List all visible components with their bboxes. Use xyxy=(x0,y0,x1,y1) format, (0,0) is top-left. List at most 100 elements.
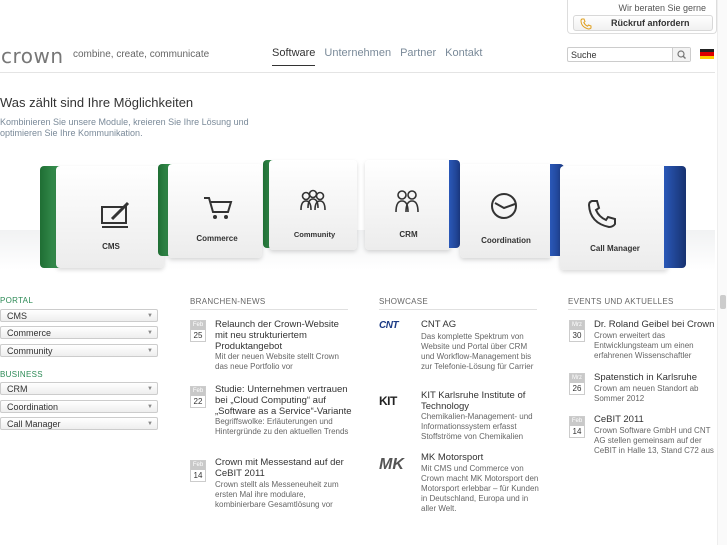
news-date-badge: Feb 25 xyxy=(190,320,206,342)
nav-software[interactable]: Software xyxy=(272,47,316,66)
business-call-manager-dropdown[interactable]: Call Manager ▼ xyxy=(0,417,158,430)
news-text: Mit der neuen Website stellt Crown das n… xyxy=(215,352,339,371)
dropdown-label: Call Manager xyxy=(7,419,61,429)
dropdown-label: Community xyxy=(7,346,53,356)
chevron-down-icon: ▼ xyxy=(147,313,153,319)
showcase-headline-link[interactable]: KIT Karlsruhe Institute of Technology xyxy=(421,390,539,412)
callback-note: Wir beraten Sie gerne xyxy=(618,3,706,13)
chevron-down-icon: ▼ xyxy=(147,348,153,354)
shopping-cart-icon xyxy=(204,197,233,219)
date-month: Mrz xyxy=(570,321,584,330)
news-date-badge: Feb 22 xyxy=(190,386,206,408)
showcase-headline-link[interactable]: MK Motorsport xyxy=(421,452,539,463)
request-callback-label: Rückruf anfordern xyxy=(611,18,690,28)
crown-logo[interactable]: crown xyxy=(1,44,64,68)
portal-cms-dropdown[interactable]: CMS ▼ xyxy=(0,309,158,322)
business-crm-dropdown[interactable]: CRM ▼ xyxy=(0,382,158,395)
dropdown-label: Coordination xyxy=(7,402,59,412)
showcase-divider xyxy=(379,309,537,310)
callback-box: Wir beraten Sie gerne Rückruf anfordern xyxy=(567,0,717,34)
search-icon xyxy=(677,50,686,59)
date-month: Mrz xyxy=(570,374,584,383)
event-date-badge: Mrz 30 xyxy=(569,320,585,342)
cnt-logo[interactable]: CNT xyxy=(379,320,399,331)
event-text: Crown am neuen Standort ab Sommer 2012 xyxy=(594,384,699,403)
page-scrollbar[interactable] xyxy=(717,0,727,545)
tagline: combine, create, communicate xyxy=(73,49,210,60)
hero-title: Was zählt sind Ihre Möglichkeiten xyxy=(0,95,194,110)
module-cube-cms[interactable]: CMS xyxy=(40,160,166,272)
date-day: 14 xyxy=(193,471,203,480)
nav-partner[interactable]: Partner xyxy=(400,47,436,66)
nav-kontakt[interactable]: Kontakt xyxy=(445,47,482,66)
request-callback-button[interactable]: Rückruf anfordern xyxy=(573,15,713,31)
chevron-down-icon: ▼ xyxy=(147,404,153,410)
module-label-commerce: Commerce xyxy=(196,234,238,243)
chevron-down-icon: ▼ xyxy=(147,421,153,427)
dropdown-label: CMS xyxy=(7,311,27,321)
nav-unternehmen[interactable]: Unternehmen xyxy=(324,47,391,66)
phone-icon xyxy=(580,17,592,35)
module-cube-call-manager[interactable]: Call Manager xyxy=(560,160,690,272)
event-text: Crown Software GmbH und CNT AG stellen g… xyxy=(594,426,714,455)
business-coordination-dropdown[interactable]: Coordination ▼ xyxy=(0,400,158,413)
module-label-call-manager: Call Manager xyxy=(590,244,640,253)
news-text: Begriffswolke: Erläuterungen und Hinterg… xyxy=(215,417,349,436)
news-date-badge: Feb 14 xyxy=(190,460,206,482)
date-month: Feb xyxy=(191,461,205,470)
date-day: 26 xyxy=(572,384,582,393)
community-people-icon xyxy=(300,189,326,211)
event-date-badge: Feb 14 xyxy=(569,416,585,438)
cms-edit-icon xyxy=(101,201,130,228)
module-label-community: Community xyxy=(293,230,336,239)
dropdown-label: CRM xyxy=(7,384,28,394)
crm-contacts-icon xyxy=(395,190,419,213)
date-day: 25 xyxy=(193,331,203,340)
news-text: Crown stellt als Messeneuheit zum ersten… xyxy=(215,480,339,509)
module-cube-crm[interactable]: CRM xyxy=(365,158,460,254)
kit-logo[interactable]: KIT xyxy=(379,394,397,408)
news-title: BRANCHEN-NEWS xyxy=(190,297,266,306)
news-headline-link[interactable]: Studie: Unternehmen vertrauen bei „Cloud… xyxy=(215,384,353,417)
showcase-text: Mit CMS und Commerce von Crown macht MK … xyxy=(421,464,539,513)
search-box xyxy=(567,47,691,62)
showcase-title: SHOWCASE xyxy=(379,297,429,306)
events-title: EVENTS UND AKTUELLES xyxy=(568,297,674,306)
chevron-down-icon: ▼ xyxy=(147,330,153,336)
events-divider xyxy=(568,309,715,310)
date-month: Feb xyxy=(191,387,205,396)
module-label-coordination: Coordination xyxy=(481,236,531,245)
module-label-crm: CRM xyxy=(399,230,418,239)
search-input[interactable] xyxy=(568,48,672,61)
news-divider xyxy=(190,309,348,310)
mk-logo[interactable]: MK xyxy=(379,456,404,474)
news-headline-link[interactable]: Relaunch der Crown-Website mit neu struk… xyxy=(215,319,350,352)
showcase-headline-link[interactable]: CNT AG xyxy=(421,319,539,330)
showcase-text: Chemikalien-Management- und Informations… xyxy=(421,412,533,441)
german-flag-icon[interactable] xyxy=(700,49,714,59)
module-cube-coordination[interactable]: Coordination xyxy=(460,160,564,262)
date-month: Feb xyxy=(191,321,205,330)
scrollbar-thumb[interactable] xyxy=(720,295,726,309)
portal-title: PORTAL xyxy=(0,296,34,305)
chevron-down-icon: ▼ xyxy=(147,386,153,392)
module-cube-community[interactable]: Community xyxy=(263,158,358,254)
event-text: Crown erweitert das Entwicklungsteam um … xyxy=(594,331,694,360)
date-day: 22 xyxy=(193,397,203,406)
search-button[interactable] xyxy=(672,48,690,61)
module-cube-commerce[interactable]: Commerce xyxy=(158,160,264,262)
phone-handset-icon xyxy=(587,200,616,229)
date-day: 14 xyxy=(572,427,582,436)
news-headline-link[interactable]: Crown mit Messestand auf der CeBIT 2011 xyxy=(215,457,350,479)
portal-community-dropdown[interactable]: Community ▼ xyxy=(0,344,158,357)
module-label-cms: CMS xyxy=(102,242,120,251)
business-title: BUSINESS xyxy=(0,370,43,379)
dropdown-label: Commerce xyxy=(7,328,52,338)
event-headline-link[interactable]: CeBIT 2011 xyxy=(594,414,714,425)
portal-commerce-dropdown[interactable]: Commerce ▼ xyxy=(0,326,158,339)
event-headline-link[interactable]: Dr. Roland Geibel bei Crown xyxy=(594,319,717,330)
date-day: 30 xyxy=(572,331,582,340)
date-month: Feb xyxy=(570,417,584,426)
event-headline-link[interactable]: Spatenstich in Karlsruhe xyxy=(594,372,714,383)
header-divider xyxy=(0,72,715,73)
